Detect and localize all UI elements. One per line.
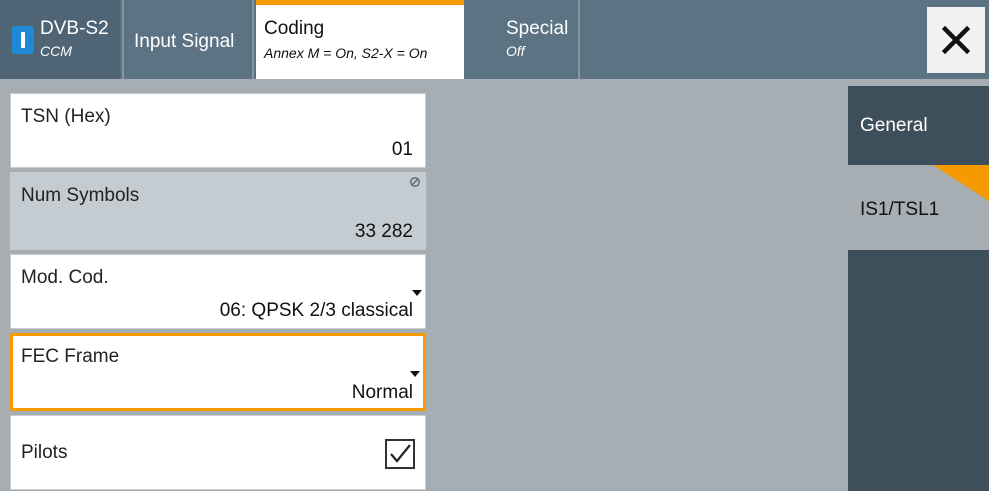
close-button[interactable] bbox=[927, 7, 985, 73]
num-symbols-label: Num Symbols bbox=[21, 185, 140, 206]
tab-dvbs2[interactable]: DVB-S2 CCM bbox=[0, 0, 120, 79]
fec-frame-value: Normal bbox=[351, 382, 413, 403]
fec-frame-label: FEC Frame bbox=[21, 346, 120, 367]
tab-dvbs2-title: DVB-S2 bbox=[40, 18, 109, 39]
tab-input-signal-title: Input Signal bbox=[134, 31, 235, 52]
close-icon bbox=[942, 26, 970, 54]
on-state-icon[interactable] bbox=[12, 26, 34, 54]
tsn-label: TSN (Hex) bbox=[21, 106, 111, 127]
tab-coding-title: Coding bbox=[264, 18, 325, 39]
side-nav-empty-area bbox=[848, 250, 989, 491]
pilots-checkbox[interactable] bbox=[385, 439, 415, 469]
mod-cod-value: 06: QPSK 2/3 classical bbox=[219, 300, 413, 321]
side-tab-general-label: General bbox=[860, 115, 928, 136]
active-corner-marker bbox=[933, 165, 989, 201]
tab-input-signal[interactable]: Input Signal bbox=[122, 0, 254, 79]
pilots-field[interactable]: Pilots bbox=[10, 415, 426, 490]
side-tab-is1-tsl1-label: IS1/TSL1 bbox=[860, 199, 940, 220]
top-tab-bar: DVB-S2 CCM Input Signal Coding Annex M =… bbox=[0, 0, 989, 79]
side-tab-general[interactable]: General bbox=[848, 86, 989, 165]
side-tab-is1-tsl1[interactable]: IS1/TSL1 bbox=[848, 165, 989, 250]
tab-coding[interactable]: Coding Annex M = On, S2-X = On bbox=[256, 0, 464, 79]
fec-frame-dropdown[interactable]: FEC Frame Normal bbox=[10, 333, 426, 411]
pilots-label: Pilots bbox=[21, 442, 68, 463]
num-symbols-field: Num Symbols 33 282 bbox=[10, 172, 426, 250]
side-navigation: General IS1/TSL1 bbox=[848, 86, 989, 491]
num-symbols-value: 33 282 bbox=[354, 221, 413, 242]
tab-special-title: Special bbox=[506, 18, 569, 39]
tsn-value: 01 bbox=[391, 139, 413, 160]
dropdown-arrow-icon bbox=[412, 290, 422, 296]
tab-dvbs2-subtitle: CCM bbox=[40, 43, 72, 59]
mod-cod-label: Mod. Cod. bbox=[21, 267, 109, 288]
tab-special[interactable]: Special Off bbox=[464, 0, 580, 79]
tsn-field[interactable]: TSN (Hex) 01 bbox=[10, 93, 426, 168]
tab-coding-subtitle: Annex M = On, S2-X = On bbox=[264, 45, 428, 61]
dropdown-arrow-icon bbox=[410, 371, 420, 377]
mod-cod-dropdown[interactable]: Mod. Cod. 06: QPSK 2/3 classical bbox=[10, 254, 426, 329]
checkmark-icon bbox=[390, 444, 411, 463]
tab-special-subtitle: Off bbox=[506, 43, 525, 59]
read-only-icon bbox=[410, 177, 420, 187]
